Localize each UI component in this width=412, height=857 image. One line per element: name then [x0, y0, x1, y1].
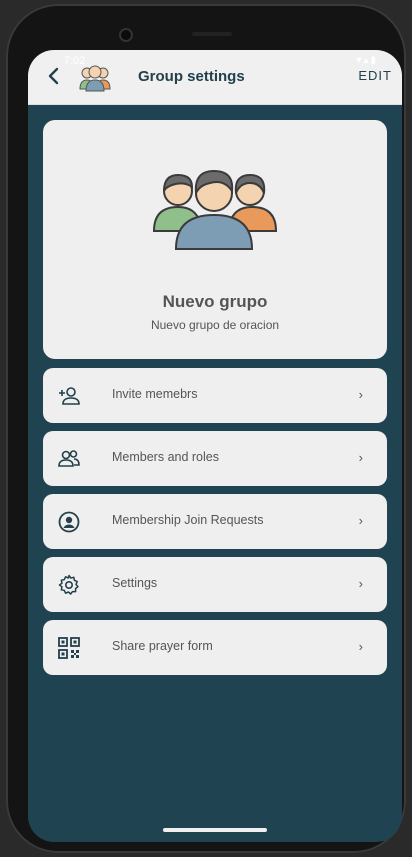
home-indicator[interactable]: [163, 828, 267, 832]
add-person-icon: [59, 387, 80, 405]
menu-item-label: Settings: [112, 576, 158, 590]
chevron-right-icon: ›: [358, 639, 363, 654]
group-people-icon: [152, 169, 278, 250]
app-bar: Group settings EDIT 7:02 ▾▴▮: [28, 50, 402, 105]
chevron-right-icon: ›: [358, 576, 363, 591]
chevron-right-icon: ›: [358, 387, 363, 402]
qr-code-icon: [58, 637, 80, 659]
screen: Group settings EDIT 7:02 ▾▴▮ Nuevo grupo…: [28, 50, 402, 842]
people-icon: [58, 450, 80, 467]
membership-join-requests-item[interactable]: Membership Join Requests ›: [43, 494, 387, 549]
speaker: [192, 32, 232, 36]
invite-members-item[interactable]: Invite memebrs ›: [43, 368, 387, 423]
chevron-right-icon: ›: [358, 450, 363, 465]
front-camera: [119, 28, 133, 42]
share-prayer-form-item[interactable]: Share prayer form ›: [43, 620, 387, 675]
status-icons: ▾▴▮: [356, 55, 378, 66]
group-name: Nuevo grupo: [162, 292, 268, 311]
group-description: Nuevo grupo de oracion: [150, 318, 280, 332]
status-time: 7:02: [64, 55, 86, 67]
account-circle-icon: [58, 511, 80, 533]
status-bar: 7:02 ▾▴▮: [28, 50, 402, 74]
menu-item-label: Invite memebrs: [112, 387, 198, 401]
chevron-right-icon: ›: [358, 513, 363, 528]
menu-item-label: Share prayer form: [112, 639, 213, 653]
members-and-roles-item[interactable]: Members and roles ›: [43, 431, 387, 486]
group-card: Nuevo grupo Nuevo grupo de oracion: [43, 120, 387, 359]
gear-icon: [58, 574, 79, 595]
settings-item[interactable]: Settings ›: [43, 557, 387, 612]
menu-item-label: Members and roles: [112, 450, 219, 464]
phone-frame: Group settings EDIT 7:02 ▾▴▮ Nuevo grupo…: [6, 4, 406, 853]
menu-item-label: Membership Join Requests: [112, 513, 264, 527]
